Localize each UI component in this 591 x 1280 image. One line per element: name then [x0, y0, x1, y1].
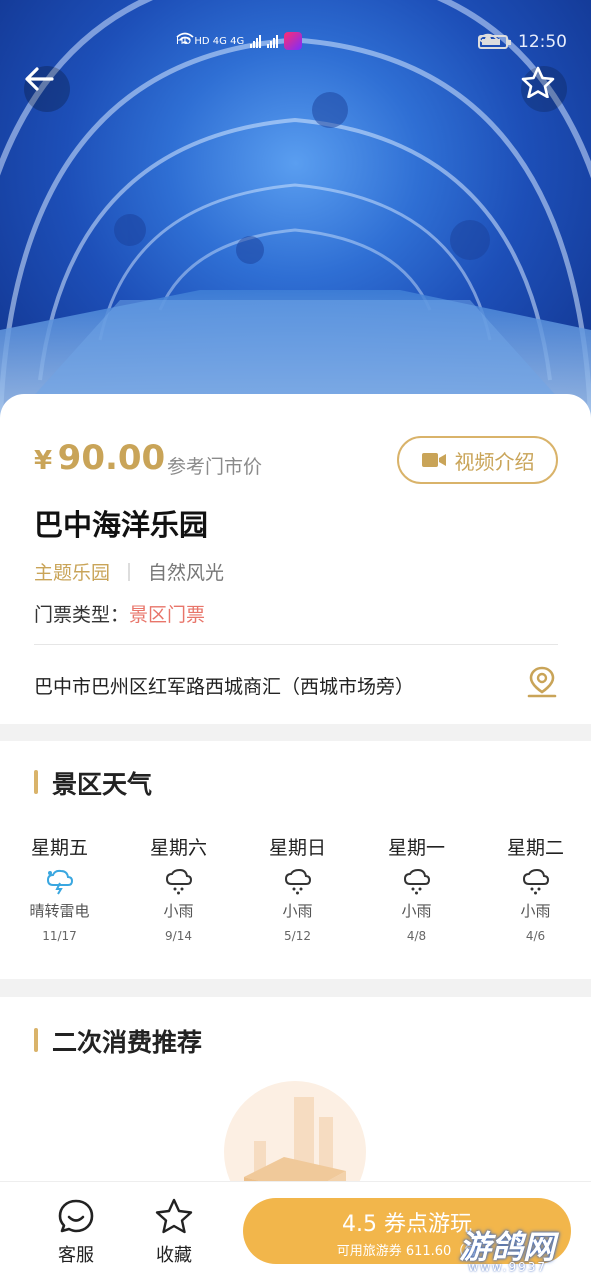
customer-service-label: 客服 — [58, 1245, 94, 1266]
price-value: 90.00 — [57, 438, 166, 478]
star-outline-icon — [521, 66, 555, 98]
status-indicators: HD HD 4G 4G — [176, 32, 303, 50]
light-rain-icon — [238, 866, 357, 898]
ticket-type: 门票类型：景区门票 — [34, 600, 205, 627]
light-rain-icon — [357, 866, 476, 898]
weather-temp: 4/6 — [525, 929, 546, 943]
weather-day: 星期五 晴转雷电 11/17 — [0, 833, 119, 943]
weather-day: 星期日 小雨 5/12 — [238, 833, 357, 943]
weather-temp: 5/12 — [284, 929, 311, 943]
price: ¥ 90.00 — [34, 438, 165, 478]
star-outline-icon — [155, 1198, 193, 1234]
weather-section-title: 景区天气 — [34, 765, 152, 801]
tag-separator — [128, 562, 131, 581]
aquarium-tunnel-illustration — [0, 0, 591, 430]
arrow-left-icon — [25, 67, 54, 91]
weather-day: 星期六 小雨 9/14 — [119, 833, 238, 943]
address[interactable]: 巴中市巴州区红军路西城商汇（西城市场旁） — [34, 672, 414, 699]
category-tags: 主题乐园 自然风光 — [34, 558, 224, 585]
light-rain-icon — [119, 866, 238, 898]
thunderstorm-icon — [0, 866, 119, 898]
tag-natural-scenery: 自然风光 — [148, 562, 225, 584]
weather-day-name: 星期二 — [506, 837, 564, 859]
back-button[interactable] — [24, 66, 70, 112]
weather-day-name: 星期五 — [30, 837, 88, 859]
location-pin-icon[interactable] — [524, 664, 560, 700]
weather-section: 景区天气 星期五 晴转雷电 11/17 星期六 小雨 9/14 星期日 小雨 5… — [0, 741, 591, 979]
signal-icon-2 — [267, 34, 279, 48]
favorite-label: 收藏 — [156, 1245, 192, 1266]
tag-theme-park: 主题乐园 — [34, 562, 111, 584]
weather-condition: 小雨 — [282, 902, 313, 920]
video-intro-button[interactable]: 视频介绍 — [397, 436, 558, 484]
attraction-title: 巴中海洋乐园 — [34, 508, 209, 542]
weather-temp: 4/8 — [406, 929, 427, 943]
weather-day-name: 星期一 — [387, 837, 445, 859]
status-right: 12:50 — [478, 32, 567, 52]
battery-icon — [478, 35, 511, 49]
weather-condition: 小雨 — [520, 902, 551, 920]
watermark-url: www.9937 — [468, 1260, 547, 1274]
app-notification-icon — [284, 32, 303, 50]
customer-service-button[interactable]: 客服 — [46, 1198, 106, 1267]
ticket-type-value: 景区门票 — [129, 604, 206, 626]
ticket-type-label: 门票类型： — [34, 604, 130, 626]
weather-day: 星期一 小雨 4/8 — [357, 833, 476, 943]
price-symbol: ¥ — [34, 446, 53, 476]
wifi-icon — [176, 32, 194, 44]
video-intro-label: 视频介绍 — [454, 449, 535, 474]
video-camera-icon — [421, 453, 446, 467]
attraction-info-card: ¥ 90.00 参考门市价 视频介绍 巴中海洋乐园 主题乐园 自然风光 门票类型… — [0, 394, 591, 724]
signal-icon — [250, 34, 262, 48]
weather-day-name: 星期六 — [149, 837, 207, 859]
chat-smile-icon — [58, 1199, 94, 1233]
weather-temp: 9/14 — [165, 929, 192, 943]
price-note: 参考门市价 — [167, 456, 263, 478]
weather-temp: 11/17 — [42, 929, 77, 943]
weather-day-name: 星期日 — [268, 837, 326, 859]
weather-forecast-list: 星期五 晴转雷电 11/17 星期六 小雨 9/14 星期日 小雨 5/12 星… — [0, 833, 591, 943]
light-rain-icon — [476, 866, 591, 898]
weather-condition: 小雨 — [401, 902, 432, 920]
favorite-button[interactable]: 收藏 — [144, 1198, 204, 1267]
status-time: 12:50 — [518, 32, 567, 52]
favorite-top-button[interactable] — [521, 66, 567, 112]
secondary-section-title: 二次消费推荐 — [34, 1023, 202, 1059]
weather-day: 星期二 小雨 4/6 — [476, 833, 591, 943]
status-bar: HD HD 4G 4G 12:50 — [0, 32, 591, 56]
weather-condition: 晴转雷电 — [29, 902, 90, 920]
weather-condition: 小雨 — [163, 902, 194, 920]
divider — [34, 644, 558, 645]
hero-image: HD HD 4G 4G 12:50 — [0, 0, 591, 430]
